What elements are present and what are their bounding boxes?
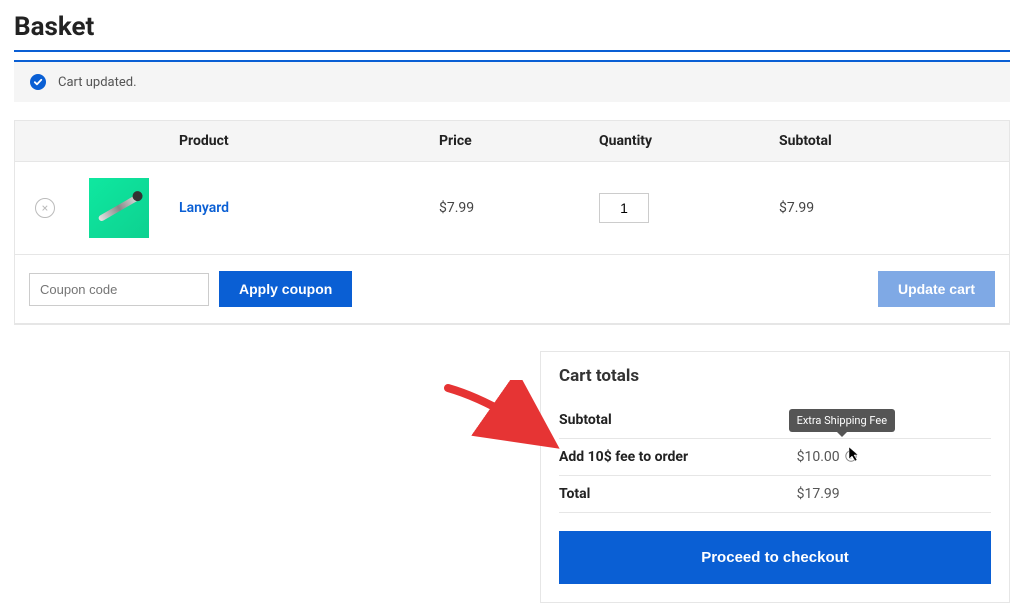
col-subtotal-header: Subtotal [765, 121, 1009, 162]
totals-fee-cell: Extra Shipping Fee $10.00 ? [797, 439, 991, 476]
col-quantity-header: Quantity [585, 121, 765, 162]
totals-subtotal-label: Subtotal [559, 402, 797, 439]
update-cart-button[interactable]: Update cart [878, 271, 995, 307]
cart-totals-panel: Cart totals Subtotal $7.99 Add 10$ fee t… [540, 351, 1010, 603]
totals-fee-value: $10.00 [797, 449, 840, 465]
col-thumb-header [75, 121, 165, 162]
proceed-to-checkout-button[interactable]: Proceed to checkout [559, 531, 991, 584]
cart-table: Product Price Quantity Subtotal × [15, 121, 1009, 324]
item-price: $7.99 [425, 162, 585, 255]
product-name-link[interactable]: Lanyard [179, 200, 229, 216]
remove-item-button[interactable]: × [35, 198, 55, 218]
close-icon: × [42, 202, 48, 214]
help-icon[interactable]: ? [845, 450, 857, 465]
cart-totals-heading: Cart totals [559, 366, 991, 386]
col-price-header: Price [425, 121, 585, 162]
check-circle-icon [30, 74, 46, 90]
cart-actions-row: Apply coupon Update cart [15, 255, 1009, 324]
totals-total-label: Total [559, 476, 797, 513]
quantity-input[interactable] [599, 193, 649, 223]
page-title: Basket [14, 0, 1010, 50]
col-product-header: Product [165, 121, 425, 162]
totals-fee-label: Add 10$ fee to order [559, 439, 797, 476]
cart-row: × Lanyard $7.99 $7.99 [15, 162, 1009, 255]
cart-table-container: Product Price Quantity Subtotal × [14, 120, 1010, 325]
product-thumbnail[interactable] [89, 178, 149, 238]
totals-total-value: $17.99 [797, 476, 991, 513]
coupon-code-input[interactable] [29, 273, 209, 306]
col-remove-header [15, 121, 75, 162]
apply-coupon-button[interactable]: Apply coupon [219, 271, 352, 307]
notice-text: Cart updated. [58, 75, 137, 90]
item-subtotal: $7.99 [765, 162, 1009, 255]
cart-totals-table: Subtotal $7.99 Add 10$ fee to order Extr… [559, 402, 991, 513]
notice-banner: Cart updated. [14, 60, 1010, 102]
svg-text:?: ? [849, 452, 853, 461]
fee-tooltip: Extra Shipping Fee [789, 409, 895, 432]
title-divider [14, 50, 1010, 52]
